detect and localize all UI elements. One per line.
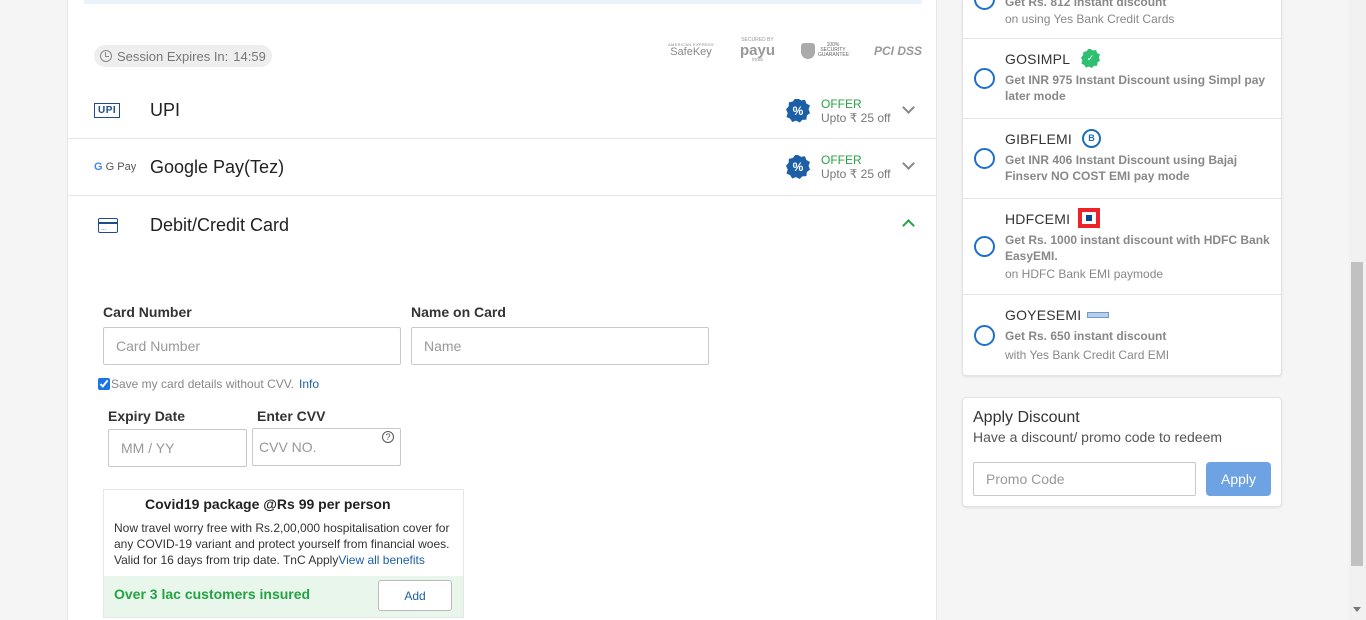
gpay-offer: % OFFER Upto ₹ 25 off [786, 153, 890, 181]
promo-code-input[interactable] [973, 462, 1196, 496]
coupon-item[interactable]: GOYESEMI Get Rs. 650 instant discount wi… [963, 295, 1281, 375]
covid-footer: Over 3 lac customers insured Add [104, 576, 463, 617]
coupon-item[interactable]: GOSIMPL ✓ Get INR 975 Instant Discount u… [963, 39, 1281, 119]
gpay-title: Google Pay(Tez) [150, 156, 285, 177]
coupon-radio[interactable] [974, 325, 995, 346]
offer-percent-icon: % [786, 155, 810, 179]
upi-offer: % OFFER Upto ₹ 25 off [786, 97, 890, 125]
upi-title: UPI [150, 100, 181, 120]
apply-button[interactable]: Apply [1206, 462, 1271, 496]
hdfc-icon [1078, 208, 1100, 228]
coupon-radio[interactable] [974, 68, 995, 89]
scrollbar-thumb[interactable] [1351, 262, 1363, 566]
view-benefits-link[interactable]: View all benefits [338, 553, 425, 567]
name-on-card-input[interactable] [411, 327, 709, 365]
help-icon[interactable]: ? [382, 431, 394, 443]
expiry-date-label: Expiry Date [108, 408, 186, 424]
apply-discount-panel: Apply Discount Have a discount/ promo co… [962, 397, 1282, 507]
google-pay-icon: G G Pay [94, 161, 137, 173]
coupon-code: GIBFLEMI [1005, 131, 1072, 147]
info-link[interactable]: Info [299, 377, 319, 391]
card-number-input[interactable] [103, 327, 401, 365]
coupon-radio[interactable] [974, 148, 995, 169]
page-scrollbar[interactable] [1349, 0, 1366, 620]
payment-option-card[interactable]: Debit/Credit Card [68, 196, 936, 254]
save-card-option[interactable]: Save my card details without CVV. Info [98, 377, 319, 391]
chevron-down-icon[interactable] [902, 157, 915, 170]
bajaj-finserv-icon: B [1082, 129, 1101, 148]
security-badges: AMERICAN EXPRESS SafeKey SECURED BY payu… [668, 38, 922, 63]
upi-icon: UPI [94, 103, 121, 118]
apply-discount-hint: Have a discount/ promo code to redeem [973, 429, 1223, 445]
scroll-down-arrow-icon[interactable] [1353, 607, 1361, 612]
coupon-radio[interactable] [974, 236, 995, 257]
offer-percent-icon: % [786, 98, 810, 123]
shield-icon [800, 42, 815, 59]
coupons-panel: Get Rs. 812 instant discount on using Ye… [962, 0, 1282, 376]
save-card-text: Save my card details without CVV. [111, 377, 294, 391]
cvv-input[interactable] [252, 428, 401, 466]
card-title: Debit/Credit Card [150, 214, 290, 235]
coupon-radio[interactable] [974, 0, 995, 10]
cvv-label: Enter CVV [257, 408, 326, 424]
coupon-code: GOYESEMI [1005, 307, 1082, 323]
coupon-code: HDFCEMI [1005, 211, 1071, 227]
amex-safekey-logo: AMERICAN EXPRESS SafeKey [668, 42, 714, 58]
chevron-up-icon[interactable] [902, 219, 915, 232]
security-guarantee-logo: 100% SECURITY GUARANTEE [800, 42, 849, 59]
save-card-checkbox[interactable] [98, 378, 110, 390]
payment-option-upi[interactable]: UPI UPI % OFFER Upto ₹ 25 off [68, 83, 936, 139]
coupon-item[interactable]: Get Rs. 812 instant discount on using Ye… [963, 0, 1281, 39]
expiry-date-input[interactable] [108, 429, 247, 467]
chevron-down-icon[interactable] [902, 101, 915, 114]
covid-insurance-card: Covid19 package @Rs 99 per person Now tr… [103, 489, 464, 618]
coupon-item[interactable]: HDFCEMI Get Rs. 1000 instant discount wi… [963, 199, 1281, 295]
name-on-card-label: Name on Card [411, 304, 506, 320]
pci-dss-logo: PCI DSS [873, 43, 922, 58]
covid-title: Covid19 package @Rs 99 per person [145, 496, 391, 512]
clock-icon [100, 50, 112, 62]
apply-discount-title: Apply Discount [973, 409, 1080, 426]
coupon-item[interactable]: GIBFLEMI B Get INR 406 Instant Discount … [963, 119, 1281, 199]
payment-option-gpay[interactable]: G G Pay Google Pay(Tez) % OFFER Upto ₹ 2… [68, 139, 936, 196]
session-timer: Session Expires In: 14:59 [94, 45, 272, 67]
simpl-icon: ✓ [1081, 49, 1100, 68]
card-number-label: Card Number [103, 304, 192, 320]
session-label: Session Expires In: [117, 48, 229, 64]
add-insurance-button[interactable]: Add [378, 580, 452, 611]
payu-logo: SECURED BY payu india [739, 37, 775, 63]
covid-description: Now travel worry free with Rs.2,00,000 h… [114, 521, 450, 567]
top-strip [84, 0, 922, 4]
session-time: 14:59 [233, 48, 266, 64]
coupon-code: GOSIMPL [1005, 51, 1071, 67]
payment-panel: Session Expires In: 14:59 AMERICAN EXPRE… [67, 0, 937, 620]
credit-card-icon [98, 217, 118, 233]
customers-insured-text: Over 3 lac customers insured [114, 586, 311, 602]
yes-bank-icon [1087, 312, 1109, 318]
